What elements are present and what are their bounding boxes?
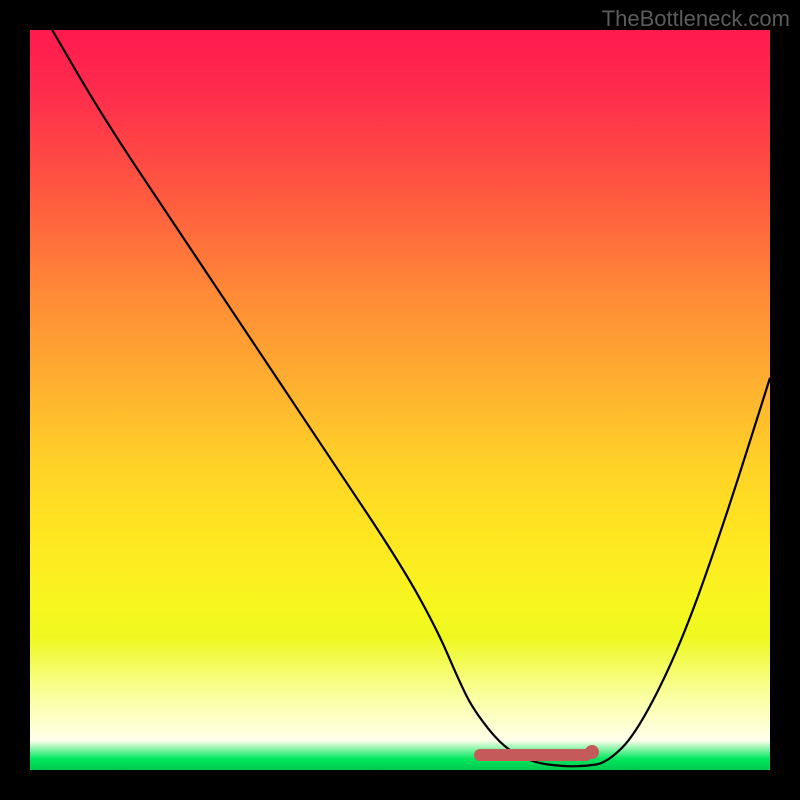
optimal-range-marker: [474, 749, 592, 761]
optimal-point-marker: [585, 745, 599, 759]
plot-area: [30, 30, 770, 770]
bottleneck-curve: [30, 30, 770, 770]
watermark-text: TheBottleneck.com: [602, 6, 790, 32]
curve-line: [52, 30, 770, 766]
